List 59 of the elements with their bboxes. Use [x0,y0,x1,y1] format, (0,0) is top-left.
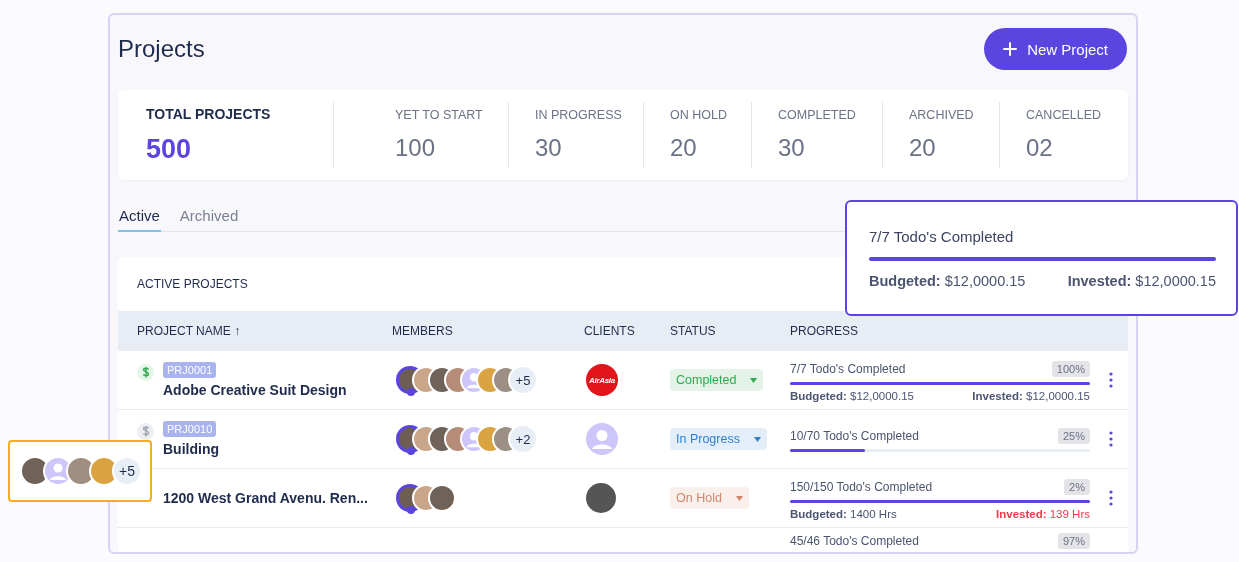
caret-icon [735,495,743,501]
project-code: PRJ0001 [163,362,217,378]
client-avatar-placeholder [586,423,618,455]
stat-label: ARCHIVED [909,108,975,122]
stat-value: 30 [535,134,563,162]
tab[interactable]: Archived [178,207,240,232]
tab[interactable]: Active [118,207,161,232]
stat-label: YET TO START [395,108,484,122]
status-dropdown[interactable]: In Progress [670,428,767,450]
stat-label: TOTAL PROJECTS [146,105,272,122]
column-header: MEMBERS [392,324,454,338]
percent-badge: 2% [1064,478,1090,495]
column-header: CLIENTS [584,324,636,338]
progress-label: 10/70 Todo's Completed [790,429,919,443]
client-photo-placeholder [586,483,616,513]
stat-label: IN PROGRESS [535,108,623,122]
stat-value: 20 [670,134,698,162]
budgeted-amount: Budgeted: 1400 Hrs [790,507,897,520]
more-options-icon[interactable] [1107,431,1115,447]
page-title: Projects [118,35,205,63]
plus-icon [1003,42,1018,56]
progress-label: 45/46 Todo's Completed [790,534,919,548]
caret-icon [753,436,761,442]
more-options-icon[interactable] [1107,372,1115,388]
project-name[interactable]: Building [163,441,219,457]
stat-label: CANCELLED [1026,108,1103,122]
stat-value: 20 [909,134,937,162]
column-header: STATUS [670,324,717,338]
tooltip-invested-amount: Invested: $12,0000.15 [1067,273,1216,289]
table-title: ACTIVE PROJECTS [137,277,248,291]
progress-label: 150/150 Todo's Completed [790,479,933,494]
column-header[interactable]: PROJECT NAME ↑ [137,324,392,338]
progress-label: 7/7 Todo's Completed [790,361,906,376]
tooltip-progress-label: 7/7 Todo's Completed [869,228,1015,245]
column-header: PROGRESS [790,324,859,338]
invested-amount: Invested: 139 Hrs [996,507,1090,520]
caret-icon [750,377,758,383]
percent-badge: 25% [1057,428,1090,444]
stat-value: 500 [146,133,193,165]
percent-badge: 97% [1057,533,1090,549]
invested-amount: Invested: $12,0000.15 [972,389,1090,402]
member-avatar [428,484,456,512]
percent-badge: 100% [1051,360,1090,377]
project-name[interactable]: Adobe Creative Suit Design [163,382,347,398]
stat-value: 02 [1026,134,1054,162]
budgeted-amount: Budgeted: $12,0000.15 [790,389,914,402]
more-members-count[interactable]: +5 [508,365,538,395]
more-members-count[interactable]: +2 [508,424,538,454]
project-code: PRJ0010 [163,421,217,437]
tooltip-budgeted-amount: Budgeted: $12,0000.15 [869,273,1026,289]
more-options-icon[interactable] [1107,490,1115,506]
project-name[interactable]: 1200 West Grand Avenu. Ren... [163,490,368,506]
client-logo: AirAsia [586,364,618,396]
new-project-button[interactable]: New Project [984,28,1127,70]
stat-value: 100 [395,134,437,162]
stat-value: 30 [778,134,806,162]
stat-label: COMPLETED [778,108,857,122]
stat-label: ON HOLD [670,108,728,122]
more-members-count[interactable]: +5 [112,456,142,486]
